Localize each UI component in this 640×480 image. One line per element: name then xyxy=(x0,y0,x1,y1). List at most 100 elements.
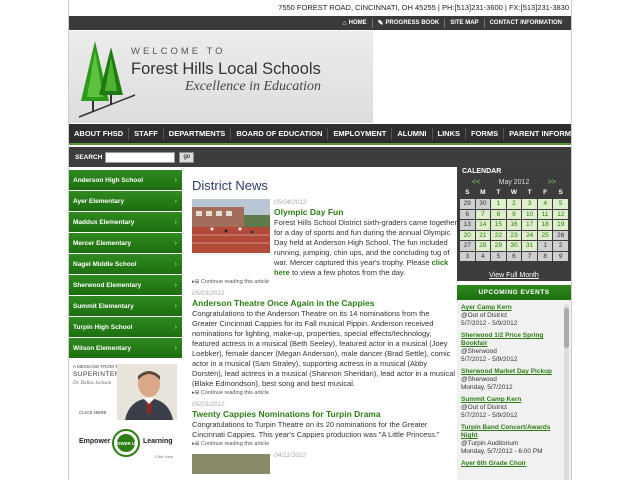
nav-item-alumni[interactable]: ALUMNI xyxy=(392,127,433,140)
calendar-day[interactable]: 15 xyxy=(491,220,506,230)
calendar-day[interactable]: 3 xyxy=(460,251,475,261)
article-thumbnail[interactable] xyxy=(192,199,270,253)
util-link-contact[interactable]: CONTACT INFORMATION xyxy=(483,18,567,28)
nav-item-departments[interactable]: DEPARTMENTS xyxy=(164,127,232,140)
article-title-link[interactable]: Olympic Day Fun xyxy=(274,207,343,217)
util-link-site-map[interactable]: SITE MAP xyxy=(444,18,483,28)
calendar-day[interactable]: 23 xyxy=(506,230,522,240)
calendar-day[interactable]: 30 xyxy=(475,199,491,209)
calendar-day[interactable]: 8 xyxy=(491,209,506,219)
continue-reading-link[interactable]: ▸⊞ Continue reading this article xyxy=(192,441,457,447)
calendar-day[interactable]: 9 xyxy=(506,209,522,219)
super-click-here[interactable]: CLICK HERE xyxy=(79,410,107,415)
calendar-day[interactable]: 1 xyxy=(491,199,506,209)
empower-learning-banner[interactable]: Empower POWER UP Learning Click Here xyxy=(69,424,182,462)
home-icon: ⌂ xyxy=(342,19,347,27)
calendar-day[interactable]: 21 xyxy=(475,230,491,240)
calendar-day[interactable]: 13 xyxy=(460,220,475,230)
calendar-day[interactable]: 16 xyxy=(506,220,522,230)
school-link-sherwood[interactable]: Sherwood Elementary › xyxy=(69,275,182,295)
school-link-summit[interactable]: Summit Elementary › xyxy=(69,296,182,316)
school-link-ayer[interactable]: Ayer Elementary › xyxy=(69,191,182,211)
calendar-day[interactable]: 27 xyxy=(460,241,475,251)
calendar-day[interactable]: 25 xyxy=(537,230,553,240)
school-link-anderson-hs[interactable]: Anderson High School › xyxy=(69,170,182,190)
calendar-next-button[interactable]: >> xyxy=(548,179,556,186)
event-title-link[interactable]: Ayer 6th Grade Choir xyxy=(461,460,563,468)
search-label: SEARCH xyxy=(75,153,103,161)
calendar-day[interactable]: 28 xyxy=(475,241,491,251)
calendar-widget: CALENDAR << May 2012 >> S M T W T F S 29… xyxy=(457,165,571,281)
school-link-turpin-hs[interactable]: Turpin High School › xyxy=(69,317,182,337)
calendar-day[interactable]: 17 xyxy=(522,220,537,230)
event-location: @Sherwood xyxy=(461,348,497,355)
calendar-day[interactable]: 1 xyxy=(537,241,553,251)
calendar-day[interactable]: 5 xyxy=(491,251,506,261)
calendar-day[interactable]: 9 xyxy=(553,251,568,261)
nav-item-staff[interactable]: STAFF xyxy=(129,127,164,140)
util-link-progress-book[interactable]: ✎ PROGRESS BOOK xyxy=(371,18,445,28)
calendar-day[interactable]: 2 xyxy=(506,199,522,209)
article-title-link[interactable]: Twenty Cappies Nominations for Turpin Dr… xyxy=(192,409,457,419)
calendar-day[interactable]: 31 xyxy=(522,241,537,251)
calendar-day[interactable]: 14 xyxy=(475,220,491,230)
event-title-link[interactable]: Turpin Band Concert/Awards Night xyxy=(461,424,563,440)
continue-reading-link[interactable]: ▸⊞ Continue reading this article xyxy=(192,279,457,285)
calendar-full-month-link[interactable]: View Full Month xyxy=(460,264,568,282)
event-title-link[interactable]: Ayer Camp Kern xyxy=(461,304,563,312)
calendar-day[interactable]: 2 xyxy=(553,241,568,251)
events-scrollbar-thumb[interactable] xyxy=(564,308,569,348)
calendar-day[interactable]: 4 xyxy=(475,251,491,261)
nav-item-board[interactable]: BOARD OF EDUCATION xyxy=(231,127,329,140)
school-link-wilson[interactable]: Wilson Elementary › xyxy=(69,338,182,358)
calendar-day[interactable]: 7 xyxy=(522,251,537,261)
nav-item-forms[interactable]: FORMS xyxy=(466,127,505,140)
calendar-day[interactable]: 29 xyxy=(460,199,475,209)
calendar-day[interactable]: 3 xyxy=(522,199,537,209)
calendar-day[interactable]: 4 xyxy=(537,199,553,209)
school-link-label: Wilson Elementary xyxy=(73,344,132,352)
continue-reading-link[interactable]: ▸⊞ Continue reading this article xyxy=(192,390,457,396)
empower-click-here[interactable]: Click Here xyxy=(155,454,173,459)
calendar-day[interactable]: 20 xyxy=(460,230,475,240)
util-link-label: SITE MAP xyxy=(450,20,479,26)
search-input[interactable] xyxy=(105,151,176,163)
nav-item-employment[interactable]: EMPLOYMENT xyxy=(328,127,393,140)
event-title-link[interactable]: Summit Camp Kern xyxy=(461,396,563,404)
calendar-day[interactable]: 18 xyxy=(537,220,553,230)
school-link-label: Mercer Elementary xyxy=(73,239,132,247)
calendar-day[interactable]: 30 xyxy=(506,241,522,251)
nav-item-parent-info[interactable]: PARENT INFORMATION xyxy=(504,128,599,140)
article-thumbnail[interactable] xyxy=(192,454,270,474)
nav-item-links[interactable]: LINKS xyxy=(433,127,467,140)
article-title-link[interactable]: Anderson Theatre Once Again in the Cappi… xyxy=(192,298,457,308)
calendar-day[interactable]: 29 xyxy=(491,241,506,251)
school-link-mercer[interactable]: Mercer Elementary › xyxy=(69,233,182,253)
calendar-day[interactable]: 5 xyxy=(553,199,568,209)
school-link-maddux[interactable]: Maddux Elementary › xyxy=(69,212,182,232)
search-go-button[interactable]: go xyxy=(179,151,195,163)
calendar-prev-button[interactable]: << xyxy=(472,179,480,186)
tree-logo-icon[interactable] xyxy=(77,37,137,119)
calendar-day[interactable]: 7 xyxy=(475,209,491,219)
calendar-day[interactable]: 24 xyxy=(522,230,537,240)
calendar-day[interactable]: 10 xyxy=(522,209,537,219)
event-title-link[interactable]: Sherwood Market Day Pickup xyxy=(461,368,563,376)
school-link-nagel[interactable]: Nagel Middle School › xyxy=(69,254,182,274)
calendar-dow: S xyxy=(465,189,470,196)
right-sidebar: CALENDAR << May 2012 >> S M T W T F S 29… xyxy=(457,165,571,480)
calendar-day[interactable]: 6 xyxy=(506,251,522,261)
calendar-day[interactable]: 12 xyxy=(553,209,568,219)
calendar-day[interactable]: 22 xyxy=(491,230,506,240)
calendar-day[interactable]: 6 xyxy=(460,209,475,219)
superintendent-message-card[interactable]: A MESSAGE FROM THE SUPERINTENDENT Dr. Da… xyxy=(69,362,182,420)
article-date: 05/04/2012 xyxy=(274,199,307,206)
calendar-day[interactable]: 11 xyxy=(537,209,553,219)
nav-item-about[interactable]: ABOUT FHSD xyxy=(69,127,130,140)
calendar-day[interactable]: 8 xyxy=(537,251,553,261)
event-title-link[interactable]: Sherwood 1/2 Price Spring Bookfair xyxy=(461,332,563,348)
site-wrapper: 7550 FOREST ROAD, CINCINNATI, OH 45255 |… xyxy=(68,0,594,480)
calendar-day[interactable]: 26 xyxy=(553,230,568,240)
calendar-day[interactable]: 19 xyxy=(553,220,568,230)
util-link-home[interactable]: ⌂ HOME xyxy=(337,19,371,28)
